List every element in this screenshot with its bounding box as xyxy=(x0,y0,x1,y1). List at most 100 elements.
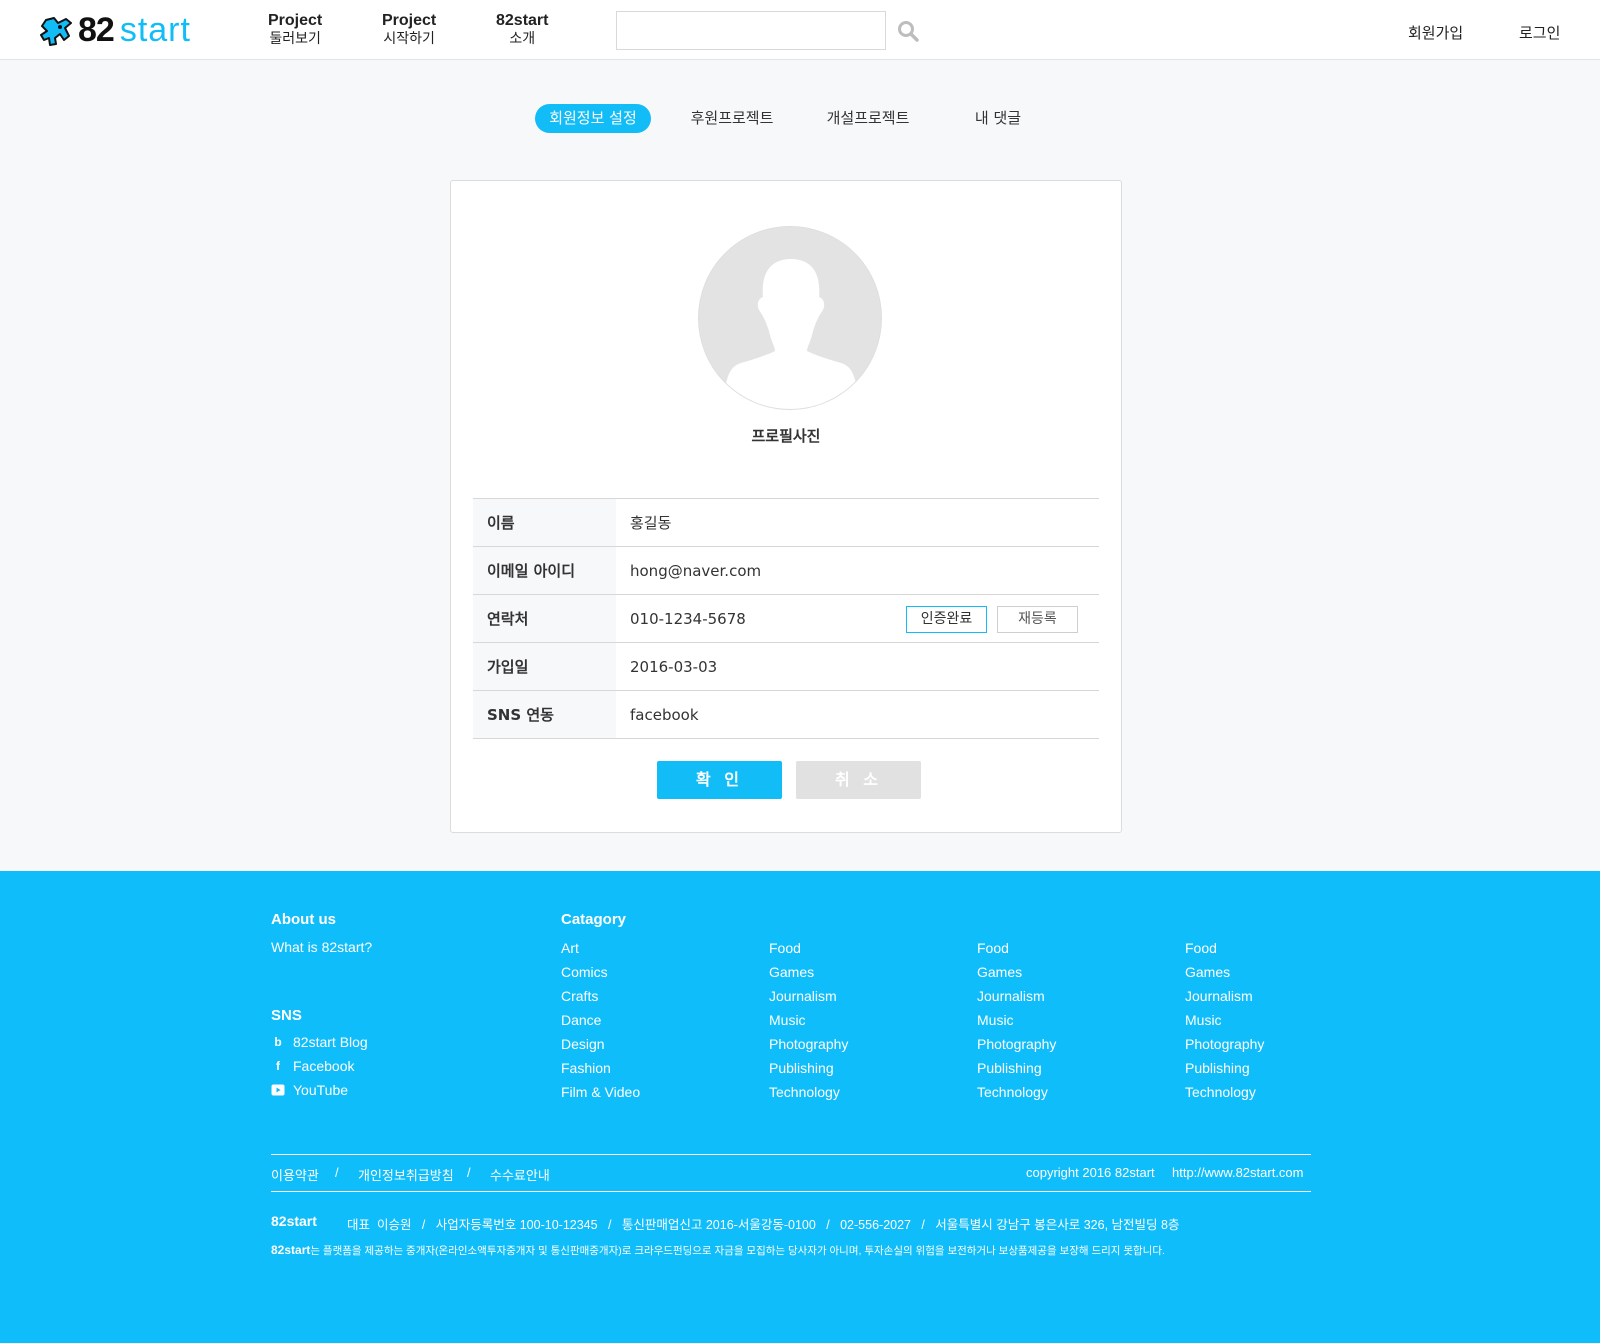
nav-project-start-line1: Project xyxy=(382,12,437,29)
category-link[interactable]: Fashion xyxy=(561,1059,640,1083)
category-link[interactable]: Photography xyxy=(769,1035,848,1059)
sns-link-value: facebook xyxy=(630,706,699,724)
category-link[interactable]: Publishing xyxy=(769,1059,848,1083)
nav-about[interactable]: 82start 소개 xyxy=(496,12,548,48)
nav-about-line1: 82start xyxy=(496,12,549,29)
sns-facebook-link[interactable]: f Facebook xyxy=(271,1058,354,1074)
category-link[interactable]: Photography xyxy=(1185,1035,1264,1059)
join-date-label: 가입일 xyxy=(473,643,616,690)
info-row-phone: 연락처 010-1234-5678 인증완료 재등록 xyxy=(473,595,1099,643)
site-url-link[interactable]: http://www.82start.com xyxy=(1172,1165,1304,1180)
nav-project-start[interactable]: Project 시작하기 xyxy=(382,12,436,48)
reregister-button[interactable]: 재등록 xyxy=(997,606,1078,633)
category-link[interactable]: Journalism xyxy=(977,987,1056,1011)
company-info: 대표 이승원 / 사업자등록번호 100-10-12345 / 통신판매업신고 … xyxy=(347,1218,1180,1232)
info-row-sns: SNS 연동 facebook xyxy=(473,691,1099,739)
company-name: 82start xyxy=(271,1213,317,1229)
category-link[interactable]: Technology xyxy=(1185,1083,1264,1107)
nav-project-start-line2: 시작하기 xyxy=(383,31,435,47)
tab-member-settings[interactable]: 회원정보 설정 xyxy=(535,104,651,133)
signup-link[interactable]: 회원가입 xyxy=(1408,22,1463,43)
category-link[interactable]: Food xyxy=(769,939,848,963)
what-is-link[interactable]: What is 82start? xyxy=(271,939,372,955)
user-silhouette-icon xyxy=(699,227,881,409)
logo-word: start xyxy=(119,10,191,49)
footer-divider-bottom xyxy=(271,1191,1311,1192)
nav-project-browse-line2: 둘러보기 xyxy=(269,31,321,47)
phone-value: 010-1234-5678 xyxy=(630,610,746,628)
footer-separator: / xyxy=(335,1165,339,1180)
category-column-2: Food Games Journalism Music Photography … xyxy=(769,939,848,1107)
search-icon[interactable] xyxy=(897,20,919,42)
category-link[interactable]: Technology xyxy=(977,1083,1056,1107)
category-link[interactable]: Crafts xyxy=(561,987,640,1011)
join-date-value: 2016-03-03 xyxy=(630,658,718,676)
footer-divider-top xyxy=(271,1154,1311,1155)
blog-icon: b xyxy=(274,1035,282,1049)
sns-youtube-link[interactable]: YouTube xyxy=(271,1082,348,1098)
login-link[interactable]: 로그인 xyxy=(1519,22,1560,43)
category-link[interactable]: Publishing xyxy=(977,1059,1056,1083)
info-row-join-date: 가입일 2016-03-03 xyxy=(473,643,1099,691)
category-link[interactable]: Journalism xyxy=(769,987,848,1011)
category-link[interactable]: Music xyxy=(1185,1011,1264,1035)
phone-label: 연락처 xyxy=(473,595,616,642)
name-value: 홍길동 xyxy=(630,514,672,532)
copyright-text: copyright 2016 82start xyxy=(1026,1165,1155,1180)
category-link[interactable]: Games xyxy=(1185,963,1264,987)
category-column-3: Food Games Journalism Music Photography … xyxy=(977,939,1056,1107)
category-link[interactable]: Comics xyxy=(561,963,640,987)
logo-runner-icon xyxy=(40,17,72,46)
disclaimer-brand: 82start xyxy=(271,1243,311,1257)
category-link[interactable]: Photography xyxy=(977,1035,1056,1059)
nav-project-browse[interactable]: Project 둘러보기 xyxy=(268,12,322,48)
sns-youtube-label: YouTube xyxy=(293,1082,349,1098)
disclaimer: 82start는 플랫폼을 제공하는 중개자(온라인소액투자중개자 및 통신판매… xyxy=(271,1243,1165,1258)
nav-project-browse-line1: Project xyxy=(268,12,323,29)
email-label: 이메일 아이디 xyxy=(473,547,616,594)
profile-avatar[interactable] xyxy=(698,226,882,410)
category-link[interactable]: Music xyxy=(769,1011,848,1035)
category-link[interactable]: Games xyxy=(977,963,1056,987)
privacy-link[interactable]: 개인정보취급방침 xyxy=(358,1165,454,1184)
category-column-4: Food Games Journalism Music Photography … xyxy=(1185,939,1264,1107)
nav-about-line2: 소개 xyxy=(509,31,536,47)
fees-link[interactable]: 수수료안내 xyxy=(490,1165,550,1184)
profile-photo-label: 프로필사진 xyxy=(751,427,821,445)
name-label: 이름 xyxy=(473,499,616,546)
category-link[interactable]: Art xyxy=(561,939,640,963)
category-link[interactable]: Dance xyxy=(561,1011,640,1035)
tab-backed-projects[interactable]: 후원프로젝트 xyxy=(682,104,782,133)
confirm-button[interactable]: 확 인 xyxy=(657,761,782,799)
category-column-1: Art Comics Crafts Dance Design Fashion F… xyxy=(561,939,640,1107)
header: 82 start Project 둘러보기 Project 시작하기 82sta… xyxy=(0,0,1600,60)
category-link[interactable]: Games xyxy=(769,963,848,987)
logo-number: 82 xyxy=(78,10,115,49)
email-value: hong@naver.com xyxy=(630,562,762,580)
footer: About us What is 82start? SNS b 82start … xyxy=(0,871,1600,1343)
facebook-icon: f xyxy=(276,1059,280,1073)
sns-blog-link[interactable]: b 82start Blog xyxy=(271,1034,367,1050)
tab-created-projects[interactable]: 개설프로젝트 xyxy=(818,104,918,133)
category-link[interactable]: Design xyxy=(561,1035,640,1059)
category-heading: Catagory xyxy=(561,911,627,928)
member-info-table: 이름 홍길동 이메일 아이디 hong@naver.com 연락처 010-12… xyxy=(473,498,1099,739)
member-info-card: 프로필사진 이름 홍길동 이메일 아이디 hong@naver.com 연락처 … xyxy=(450,180,1122,833)
info-row-email: 이메일 아이디 hong@naver.com xyxy=(473,547,1099,595)
category-link[interactable]: Publishing xyxy=(1185,1059,1264,1083)
tab-my-comments[interactable]: 내 댓글 xyxy=(960,104,1036,133)
category-link[interactable]: Music xyxy=(977,1011,1056,1035)
sns-facebook-label: Facebook xyxy=(293,1058,355,1074)
sns-heading: SNS xyxy=(271,1007,302,1024)
verify-complete-button[interactable]: 인증완료 xyxy=(906,606,987,633)
category-link[interactable]: Technology xyxy=(769,1083,848,1107)
cancel-button[interactable]: 취 소 xyxy=(796,761,921,799)
category-link[interactable]: Food xyxy=(977,939,1056,963)
category-link[interactable]: Food xyxy=(1185,939,1264,963)
category-link[interactable]: Journalism xyxy=(1185,987,1264,1011)
terms-link[interactable]: 이용약관 xyxy=(271,1165,319,1184)
search-input[interactable] xyxy=(616,11,886,50)
category-link[interactable]: Film & Video xyxy=(561,1083,640,1107)
sns-link-label: SNS 연동 xyxy=(473,691,616,738)
logo[interactable]: 82 start xyxy=(38,10,191,49)
